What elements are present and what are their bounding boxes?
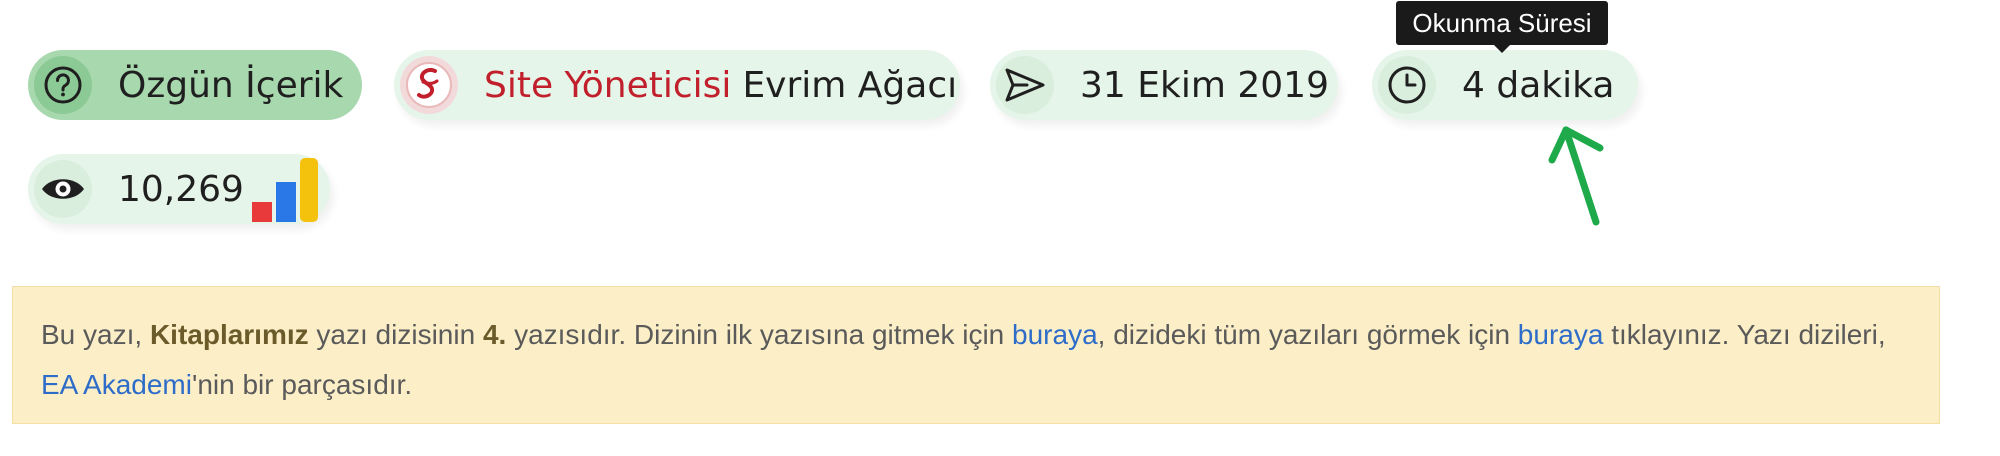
ea-akademi-link[interactable]: EA Akademi [41,369,192,400]
publish-date-badge: 31 Ekim 2019 [990,50,1338,120]
series-order: 4. [482,319,507,350]
site-logo-icon [400,56,458,114]
author-name[interactable]: Evrim Ağacı [742,65,957,106]
author-role[interactable]: Site Yöneticisi [484,65,731,106]
clock-icon [1378,56,1436,114]
notice-text: Bu yazı, [41,319,150,350]
reading-time-badge[interactable]: 4 dakika [1372,50,1638,120]
question-circle-icon [34,56,92,114]
notice-text: 'nin bir parçasıdır. [191,369,413,400]
original-content-badge[interactable]: Özgün İçerik [28,50,362,120]
reading-time-tooltip: Okunma Süresi [1396,1,1608,53]
series-notice: Bu yazı, Kitaplarımız yazı dizisinin 4. … [12,286,1940,424]
publish-date: 31 Ekim 2019 [1080,64,1329,106]
view-count: 10,269 [118,168,244,210]
notice-text: yazısıdır. Dizinin ilk yazısına gitmek i… [506,319,1013,350]
bar-chart-icon [252,158,318,222]
notice-text: , dizideki tüm yazıları görmek için [1097,319,1518,350]
send-icon [996,56,1054,114]
eye-icon [34,160,92,218]
notice-text: yazı dizisinin [308,319,483,350]
annotation-arrow [1548,126,1604,226]
author-badge[interactable]: Site Yöneticisi Evrim Ağacı [394,50,960,120]
view-count-badge: 10,269 [28,154,330,224]
reading-time: 4 dakika [1462,64,1615,106]
original-content-label: Özgün İçerik [118,64,344,106]
notice-text: tıklayınız. Yazı dizileri, [1603,319,1886,350]
first-post-link[interactable]: buraya [1012,319,1098,350]
series-name: Kitaplarımız [149,319,309,350]
all-posts-link[interactable]: buraya [1518,319,1604,350]
